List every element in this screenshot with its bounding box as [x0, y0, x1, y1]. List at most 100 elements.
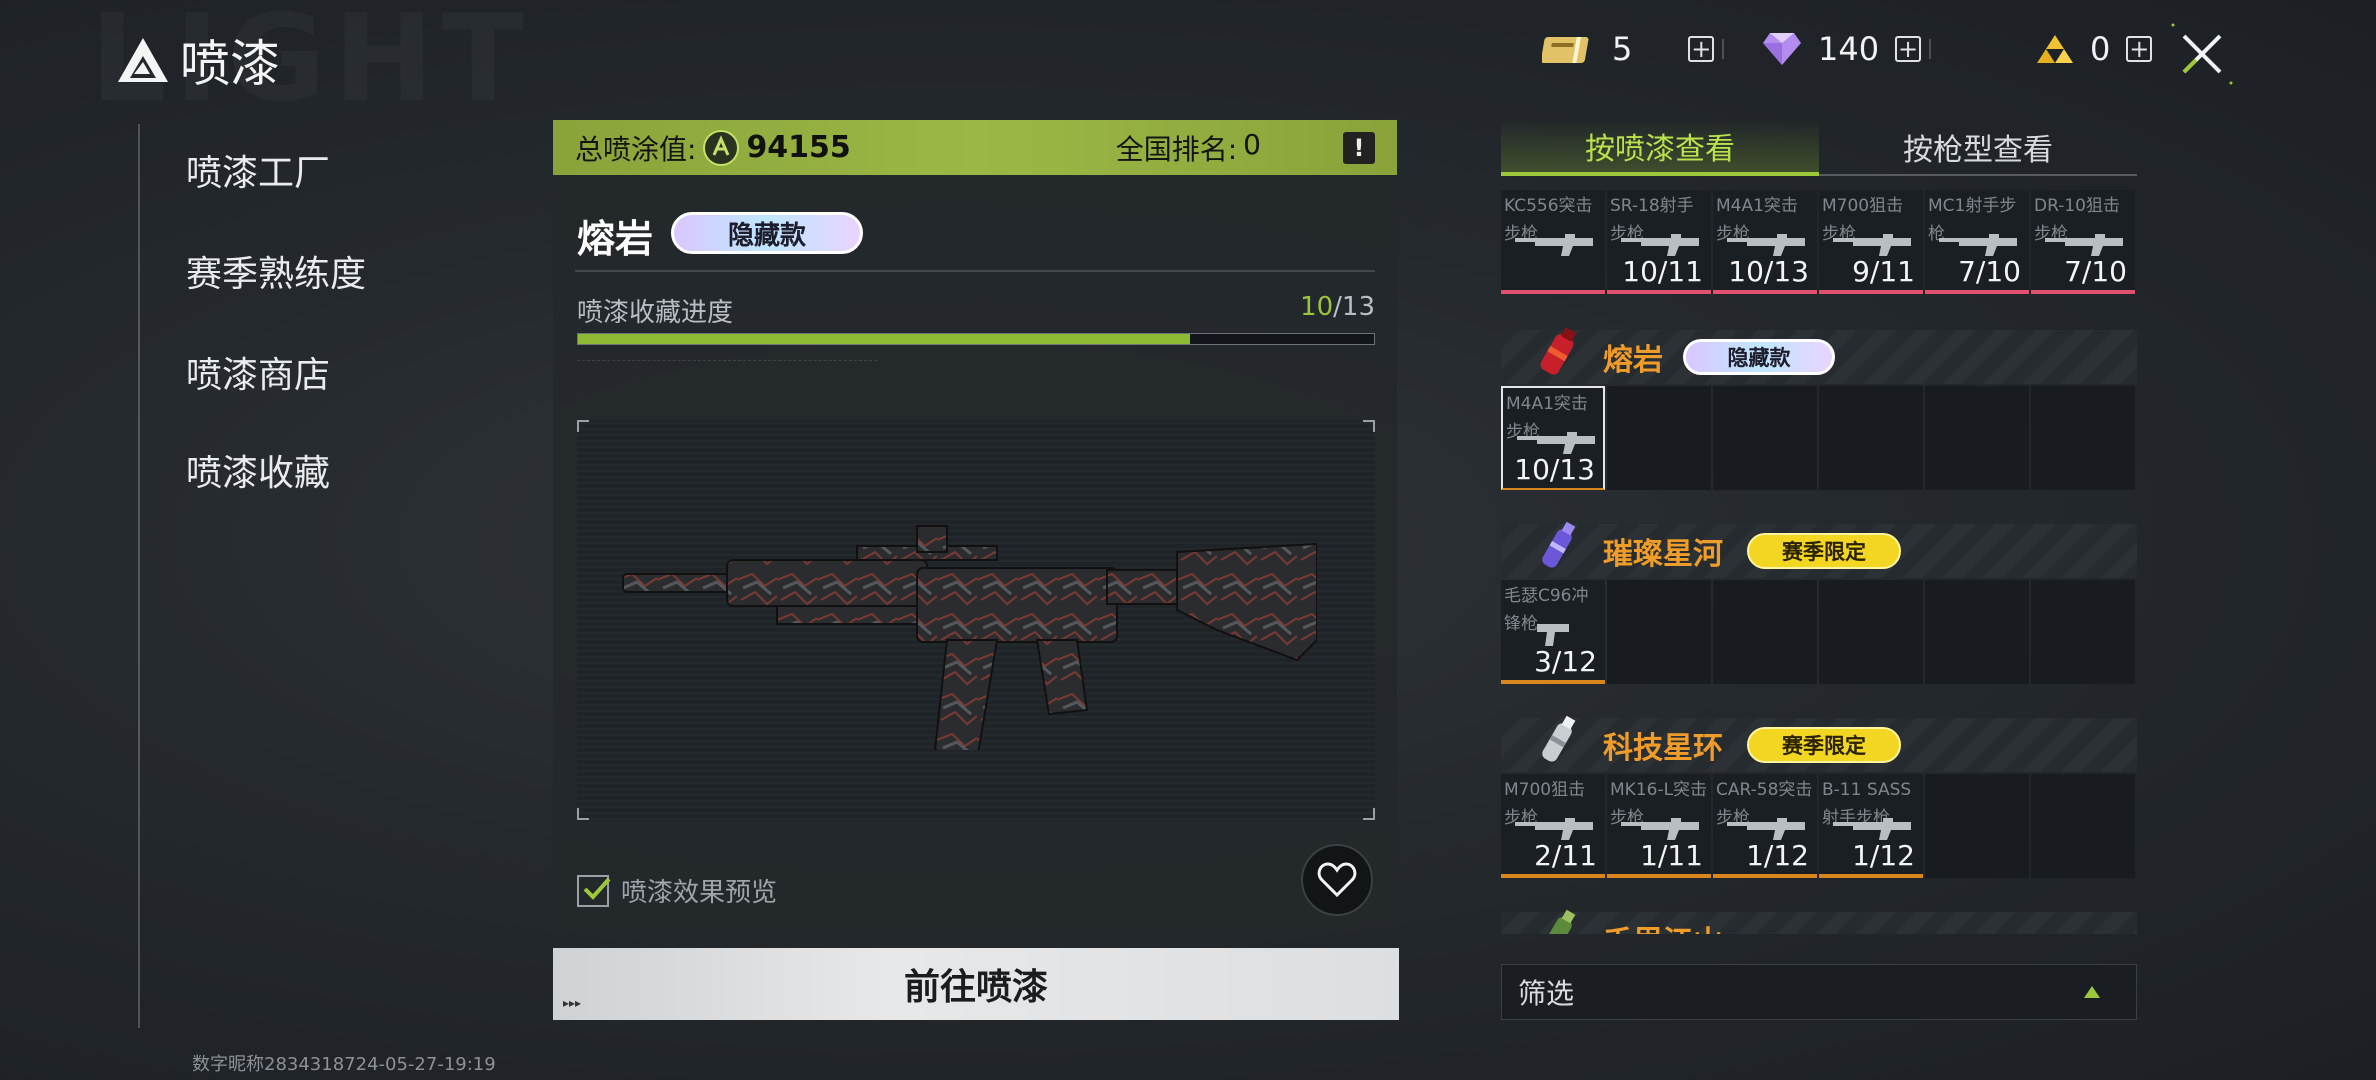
weapon-cell[interactable]: M4A1突击步枪 10/13 — [1713, 190, 1817, 294]
weapon-progress: 10/11 — [1622, 255, 1703, 288]
currency-divider — [1929, 39, 1932, 59]
sidebar-item-spray-collection[interactable]: 喷漆收藏 — [186, 444, 330, 496]
season-limited-tag: 赛季限定 — [1747, 533, 1901, 569]
score-label: 总喷涂值: — [575, 132, 697, 166]
assault-rifle-image — [622, 525, 1317, 750]
spray-detail-panel: 总喷涂值: 94155 全国排名: 0 ! 熔岩 隐藏款 喷漆收藏进度 10/1… — [553, 120, 1397, 932]
empty-cell — [1819, 580, 1923, 684]
weapon-cell[interactable]: M700狙击步枪 9/11 — [1819, 190, 1923, 294]
skin-name: 熔岩 — [577, 217, 654, 261]
group-header-tech-ring[interactable]: 科技星环 赛季限定 — [1501, 715, 2137, 772]
currency-ticket: 5 + — [1542, 30, 1725, 68]
close-icon[interactable] — [2170, 22, 2234, 86]
weapon-cell[interactable]: M4A1突击步枪 10/13 — [1501, 386, 1605, 490]
group-name: 璀璨星河 — [1603, 537, 1723, 572]
page-title: 喷漆 — [180, 35, 280, 93]
weapon-progress: 1/11 — [1640, 839, 1703, 872]
corner-mark — [1363, 420, 1375, 432]
weapon-row: M4A1突击步枪 10/13 — [1501, 386, 2137, 490]
view-mode-tabs: 按喷漆查看 按枪型查看 — [1501, 120, 2137, 176]
sidebar-item-spray-shop[interactable]: 喷漆商店 — [186, 346, 330, 398]
empty-cell — [2031, 774, 2135, 878]
weapon-cell[interactable]: B-11 SASS射手步枪 1/12 — [1819, 774, 1923, 878]
progress-bar-fill — [578, 334, 1191, 344]
weapon-cell[interactable]: KC556突击步枪 — [1501, 190, 1605, 294]
rank-label: 全国排名: — [1115, 132, 1238, 166]
progress-value: 10/13 — [1300, 292, 1375, 322]
weapon-progress: 1/12 — [1746, 839, 1809, 872]
arrows-decoration: ▸▸▸ — [563, 996, 582, 1010]
rifle-icon — [1727, 818, 1805, 840]
hidden-badge: 隐藏款 — [671, 212, 863, 254]
weapon-cell[interactable]: MC1射手步枪 7/10 — [1925, 190, 2029, 294]
tab-by-spray[interactable]: 按喷漆查看 — [1501, 120, 1819, 176]
weapon-cell[interactable]: CAR-58突击步枪 1/12 — [1713, 774, 1817, 878]
currency-gold: 0 + — [2036, 30, 2153, 68]
weapon-cell[interactable]: 毛瑟C96冲锋枪 3/12 — [1501, 580, 1605, 684]
spray-can-red-icon — [1540, 327, 1577, 375]
empty-cell — [1925, 386, 2029, 490]
spray-can-green-icon — [1542, 909, 1576, 934]
empty-cell — [1713, 580, 1817, 684]
rifle-icon — [1515, 818, 1593, 840]
group-header-starry-river[interactable]: 璀璨星河 赛季限定 — [1501, 521, 2137, 578]
corner-mark — [1363, 808, 1375, 820]
weapon-progress: 7/10 — [1958, 255, 2021, 288]
spray-list[interactable]: KC556突击步枪 SR-18射手步枪 10/11 M4A1突击步枪 10/13 M700… — [1501, 186, 2137, 934]
weapon-progress: 10/13 — [1514, 453, 1595, 486]
spray-score-icon — [703, 129, 740, 166]
sidebar-item-spray-factory[interactable]: 喷漆工厂 — [186, 144, 330, 196]
add-ticket-button[interactable]: + — [1688, 36, 1715, 62]
user-id-watermark: 数字昵称2834318724-05-27-19:19 — [192, 1054, 496, 1075]
section-divider — [575, 270, 1375, 272]
tab-by-weapon[interactable]: 按枪型查看 — [1819, 120, 2137, 176]
empty-cell — [2031, 580, 2135, 684]
group-header-rivers-mountains[interactable]: 千里江山 — [1501, 909, 2137, 934]
weapon-cell[interactable]: DR-10狙击步枪 7/10 — [2031, 190, 2135, 294]
filter-label: 筛选 — [1518, 977, 1575, 1010]
info-button[interactable]: ! — [1343, 131, 1375, 164]
weapon-row: M700狙击步枪 2/11 MK16-L突击步枪 1/11 CAR-58突击步枪 1/12… — [1501, 774, 2137, 878]
go-to-spray-button[interactable]: 前往喷漆 ▸▸▸ — [553, 948, 1399, 1020]
preview-checkbox[interactable] — [577, 874, 611, 907]
add-gold-button[interactable]: + — [2126, 36, 2153, 62]
weapon-row: 毛瑟C96冲锋枪 3/12 — [1501, 580, 2137, 684]
rifle-icon — [1833, 818, 1911, 840]
weapon-cell[interactable]: M700狙击步枪 2/11 — [1501, 774, 1605, 878]
season-limited-tag: 赛季限定 — [1747, 727, 1901, 763]
empty-cell — [1607, 580, 1711, 684]
diamond-icon — [1763, 33, 1801, 65]
progress-label: 喷漆收藏进度 — [577, 298, 734, 328]
decorative-fine-print — [577, 360, 877, 384]
weapon-row: KC556突击步枪 SR-18射手步枪 10/11 M4A1突击步枪 10/13 M700… — [1501, 190, 2137, 294]
sidebar-divider — [138, 124, 140, 1028]
spray-can-silver-icon — [1542, 715, 1576, 762]
empty-cell — [1925, 774, 2029, 878]
favorite-button[interactable] — [1301, 844, 1373, 916]
weapon-cell[interactable]: SR-18射手步枪 10/11 — [1607, 190, 1711, 294]
progress-total: /13 — [1333, 292, 1375, 322]
pistol-icon — [1537, 624, 1569, 646]
rifle-icon — [2045, 234, 2123, 256]
weapon-cell[interactable]: MK16-L突击步枪 1/11 — [1607, 774, 1711, 878]
group-name: 科技星环 — [1603, 731, 1723, 766]
empty-cell — [1819, 386, 1923, 490]
group-header-lava[interactable]: 熔岩 隐藏款 — [1501, 327, 2137, 384]
add-diamond-button[interactable]: + — [1895, 36, 1922, 62]
score-bar: 总喷涂值: 94155 全国排名: 0 ! — [553, 120, 1397, 175]
weapon-progress: 3/12 — [1534, 645, 1597, 678]
weapon-preview[interactable] — [577, 420, 1375, 820]
rifle-icon — [1833, 234, 1911, 256]
heart-icon — [1317, 862, 1357, 898]
group-name: 熔岩 — [1603, 343, 1663, 378]
score-value: 94155 — [746, 130, 851, 165]
rifle-icon — [1621, 234, 1699, 256]
spray-preview-toggle[interactable]: 喷漆效果预览 — [577, 872, 777, 909]
empty-cell — [1925, 580, 2029, 684]
sidebar-item-season-mastery[interactable]: 赛季熟练度 — [186, 245, 366, 297]
filter-dropdown[interactable]: 筛选 — [1501, 964, 2137, 1020]
gold-icon — [2037, 35, 2073, 63]
national-rank: 全国排名: 0 — [1116, 128, 1261, 168]
rifle-icon — [1515, 234, 1593, 256]
go-to-spray-label: 前往喷漆 — [903, 967, 1048, 1008]
